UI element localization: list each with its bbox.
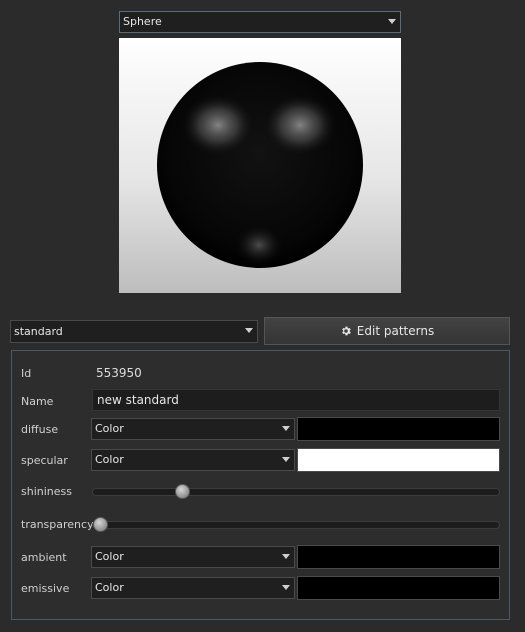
ambient-color-swatch[interactable] [297, 545, 500, 569]
emissive-label: emissive [21, 582, 70, 595]
specular-mode-value: Color [95, 453, 124, 466]
emissive-mode-select[interactable]: Color [91, 577, 295, 599]
chevron-down-icon [282, 554, 290, 559]
material-select-value: standard [14, 325, 63, 338]
preview-sphere [157, 62, 363, 268]
diffuse-label: diffuse [21, 423, 59, 436]
chevron-down-icon [388, 19, 396, 24]
material-preview [119, 38, 401, 293]
chevron-down-icon [282, 426, 290, 431]
shininess-slider[interactable] [92, 484, 500, 499]
diffuse-mode-value: Color [95, 422, 124, 435]
edit-patterns-label: Edit patterns [356, 324, 435, 338]
ambient-label: ambient [21, 551, 67, 564]
transparency-label: transparency [21, 518, 94, 531]
diffuse-mode-select[interactable]: Color [91, 418, 295, 440]
edit-patterns-button[interactable]: Edit patterns [264, 317, 510, 345]
shininess-label: shininess [21, 485, 72, 498]
preview-shape-select[interactable]: Sphere [119, 11, 401, 33]
chevron-down-icon [245, 328, 253, 333]
name-label: Name [21, 395, 54, 408]
transparency-slider[interactable] [92, 517, 500, 532]
chevron-down-icon [282, 457, 290, 462]
specular-color-swatch[interactable] [297, 448, 500, 472]
id-value: 553950 [96, 366, 142, 380]
diffuse-color-swatch[interactable] [297, 417, 500, 441]
emissive-color-swatch[interactable] [297, 576, 500, 600]
material-properties-panel: Id 553950 Name new standard diffuse Colo… [11, 350, 510, 620]
ambient-mode-select[interactable]: Color [91, 546, 295, 568]
emissive-mode-value: Color [95, 581, 124, 594]
shininess-slider-handle[interactable] [175, 484, 191, 499]
specular-mode-select[interactable]: Color [91, 449, 295, 471]
name-field[interactable]: new standard [92, 389, 500, 411]
ambient-mode-value: Color [95, 550, 124, 563]
chevron-down-icon [282, 585, 290, 590]
transparency-slider-handle[interactable] [93, 517, 108, 532]
specular-label: specular [21, 454, 68, 467]
material-select[interactable]: standard [10, 320, 258, 343]
id-label: Id [21, 367, 32, 380]
gear-icon [341, 326, 351, 336]
preview-shape-value: Sphere [123, 15, 162, 28]
